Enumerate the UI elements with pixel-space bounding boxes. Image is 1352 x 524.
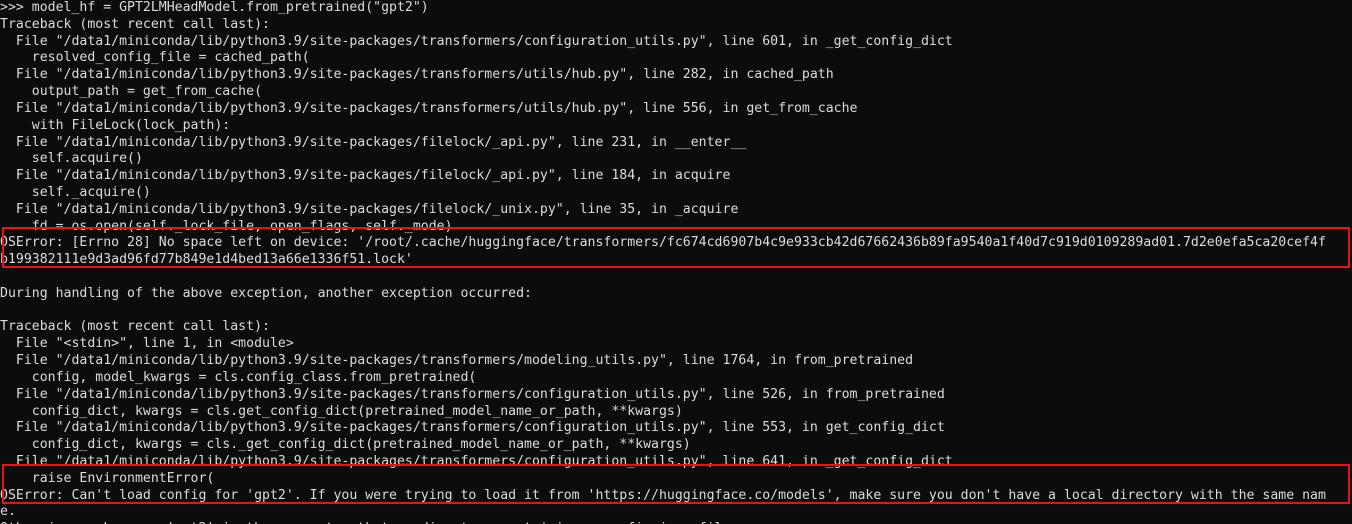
- terminal-line: File "/data1/miniconda/lib/python3.9/sit…: [0, 134, 747, 150]
- terminal-window[interactable]: >>> model_hf = GPT2LMHeadModel.from_pret…: [0, 0, 1352, 524]
- terminal-line: output_path = get_from_cache(: [0, 84, 263, 100]
- terminal-output: >>> model_hf = GPT2LMHeadModel.from_pret…: [0, 0, 1352, 524]
- terminal-line: with FileLock(lock_path):: [0, 117, 231, 133]
- terminal-line: File "/data1/miniconda/lib/python3.9/sit…: [0, 100, 858, 116]
- terminal-line: OSError: [Errno 28] No space left on dev…: [0, 235, 1326, 251]
- terminal-line: self.acquire(): [0, 151, 143, 167]
- terminal-line: config_dict, kwargs = cls._get_config_di…: [0, 437, 691, 453]
- terminal-line: b199382111e9d3ad96fd77b849e1d4bed13a66e1…: [0, 252, 413, 268]
- terminal-line: File "/data1/miniconda/lib/python3.9/sit…: [0, 67, 834, 83]
- terminal-line: raise EnvironmentError(: [0, 470, 215, 486]
- terminal-line: File "/data1/miniconda/lib/python3.9/sit…: [0, 453, 953, 469]
- terminal-line: Traceback (most recent call last):: [0, 319, 270, 335]
- terminal-line: File "<stdin>", line 1, in <module>: [0, 336, 294, 352]
- terminal-line: OSError: Can't load config for 'gpt2'. I…: [0, 487, 1326, 503]
- terminal-line: File "/data1/miniconda/lib/python3.9/sit…: [0, 33, 953, 49]
- terminal-line: e.: [0, 504, 16, 520]
- terminal-line: During handling of the above exception, …: [0, 285, 532, 301]
- terminal-line: config_dict, kwargs = cls.get_config_dic…: [0, 403, 683, 419]
- terminal-line: File "/data1/miniconda/lib/python3.9/sit…: [0, 353, 914, 369]
- terminal-line: self._acquire(): [0, 184, 151, 200]
- terminal-line: File "/data1/miniconda/lib/python3.9/sit…: [0, 168, 731, 184]
- terminal-line: fd = os.open(self._lock_file, open_flags…: [0, 218, 453, 234]
- terminal-line: File "/data1/miniconda/lib/python3.9/sit…: [0, 420, 945, 436]
- terminal-line: >>> model_hf = GPT2LMHeadModel.from_pret…: [0, 0, 429, 15]
- terminal-line: File "/data1/miniconda/lib/python3.9/sit…: [0, 386, 945, 402]
- terminal-line: config, model_kwargs = cls.config_class.…: [0, 369, 477, 385]
- terminal-line: Traceback (most recent call last):: [0, 16, 270, 32]
- terminal-line: resolved_config_file = cached_path(: [0, 50, 310, 66]
- terminal-line: File "/data1/miniconda/lib/python3.9/sit…: [0, 201, 739, 217]
